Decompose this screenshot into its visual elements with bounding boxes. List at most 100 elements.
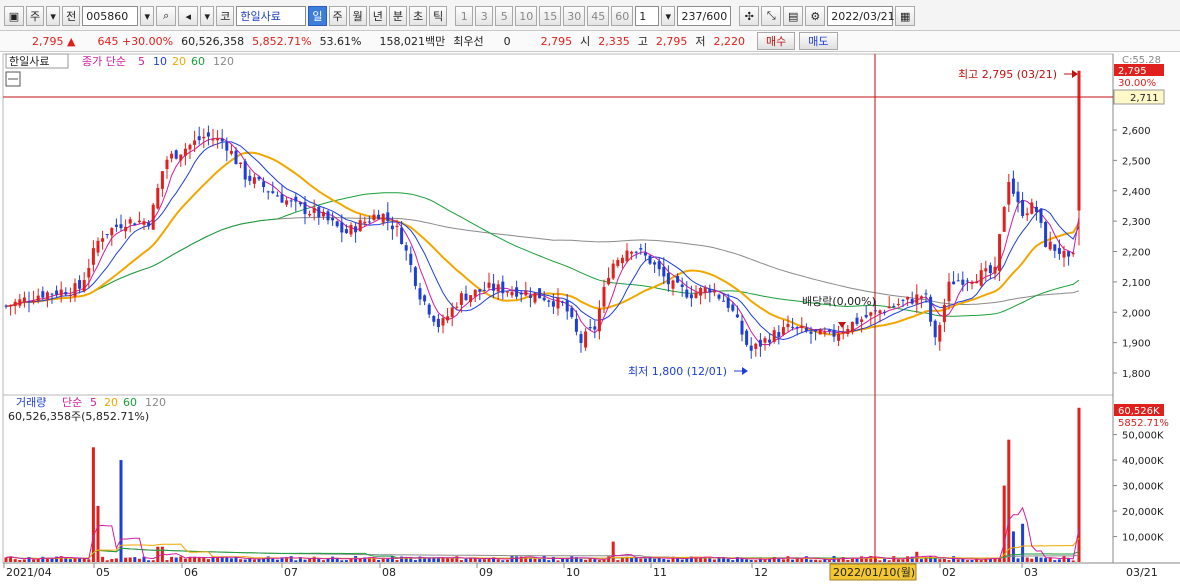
candle-body [850,321,854,333]
candle-body [965,280,969,282]
chevron-down-icon[interactable]: ▾ [46,6,61,26]
candle-body [584,331,588,348]
volume-bar [639,558,643,562]
buy-button[interactable]: 매수 [757,32,796,50]
chart-area[interactable]: 한일사료 종가 단순 5 10 20 60 120 거래량 단순 5 20 60… [0,52,1180,583]
window-icon[interactable]: ▣ [4,6,24,26]
interval-button-15[interactable]: 15 [539,6,562,26]
period-tab-5[interactable]: 초 [409,6,428,26]
candle-body [919,296,923,299]
chevron-down-icon[interactable]: ▾ [200,6,215,26]
volume-bar [170,556,174,562]
period-tab-1[interactable]: 주 [328,6,347,26]
candle-body [73,283,77,297]
calendar-icon[interactable]: ▦ [895,6,916,26]
period-tab-6[interactable]: 틱 [429,6,448,26]
candle-body [561,301,565,303]
candle-body [289,200,293,202]
chevron-down-icon[interactable]: ▾ [661,6,676,26]
code-input[interactable]: 005860 [82,6,139,26]
candle-body [956,280,960,282]
vma20-label: 20 [104,396,118,409]
sell-button[interactable]: 매도 [799,32,838,50]
stock-name-field[interactable]: 한일사료 [236,6,307,26]
volume-bar [124,557,128,562]
crosshair-icon[interactable]: ✣ [739,6,760,26]
interval-button-3[interactable]: 3 [475,6,494,26]
candle-body [298,202,302,205]
candle-body [496,284,500,292]
period-tab-0[interactable]: 일 [308,6,327,26]
candle-body [436,318,440,328]
candle-body [137,220,141,223]
candle-body [147,222,151,227]
volume-y-tick-label: 20,000K [1122,507,1164,518]
volume-bar [45,558,49,562]
volume-bar [827,560,831,562]
candle-body [671,280,675,289]
volume-bar [252,559,256,562]
period-tab-3[interactable]: 년 [368,6,387,26]
interval-select[interactable]: 1 [635,6,660,26]
candle-body [528,295,532,298]
candle-body [731,304,735,311]
volume-bar [938,559,942,562]
interval-button-60[interactable]: 60 [611,6,634,26]
interval-button-1[interactable]: 1 [455,6,474,26]
candle-body [36,295,40,301]
candle-body [312,207,316,213]
candle-body [791,326,795,328]
prefix-button[interactable]: 전 [62,6,81,26]
candle-body [924,293,928,295]
candle-body [363,221,367,224]
search-icon[interactable]: ⌕ [156,6,177,26]
volume-bar [147,560,151,562]
candle-body [703,287,707,293]
candle-body [588,327,592,329]
chevron-down-icon[interactable]: ▾ [140,6,155,26]
candle-body [929,296,933,322]
interval-button-10[interactable]: 10 [515,6,538,26]
volume-bar [340,560,344,562]
candle-body [165,159,169,169]
save-icon[interactable]: ▤ [783,6,804,26]
candle-body [841,331,845,334]
stock-chart[interactable]: 한일사료 종가 단순 5 10 20 60 120 거래량 단순 5 20 60… [0,52,1180,583]
type-button[interactable]: 주 [26,6,45,26]
volume-pct-tag: 5852.71% [1118,418,1169,429]
volume-bar [225,557,229,562]
volume-bar [579,558,583,562]
x-tick-label: 09 [479,566,493,579]
count-field[interactable]: 237/600 [677,6,732,26]
volume-bar [846,559,850,562]
candle-body [1044,221,1048,247]
volume-bar [1034,556,1038,562]
y-tick-label: 2,600 [1122,126,1151,137]
period-tab-4[interactable]: 분 [388,6,407,26]
gear-icon[interactable]: ⚙ [805,6,826,26]
interval-button-45[interactable]: 45 [587,6,610,26]
candle-body [979,270,983,286]
interval-button-30[interactable]: 30 [563,6,586,26]
turnover-pct: 53.61% [319,34,362,48]
trade-value: 158,021백만 [379,35,446,48]
volume-y-tick-label: 40,000K [1122,456,1164,467]
volume-bar [450,557,454,562]
date-field[interactable]: 2022/03/21 [827,6,895,26]
candle-body [124,226,128,232]
pct-tag: 30.00% [1118,78,1156,89]
volume-bar [878,560,882,562]
period-tab-2[interactable]: 월 [348,6,367,26]
speaker-icon[interactable]: ◂ [178,6,199,26]
volume-bar [818,560,822,562]
candle-body [685,289,689,298]
interval-button-5[interactable]: 5 [495,6,514,26]
candle-body [574,318,578,332]
candle-body [271,191,275,193]
candle-body [450,307,454,317]
draw-icon[interactable]: ⤡ [761,6,782,26]
vma5-label: 5 [90,396,97,409]
candle-body [906,296,910,300]
volume-bar [919,559,923,562]
y-tick-label: 2,100 [1122,278,1151,289]
